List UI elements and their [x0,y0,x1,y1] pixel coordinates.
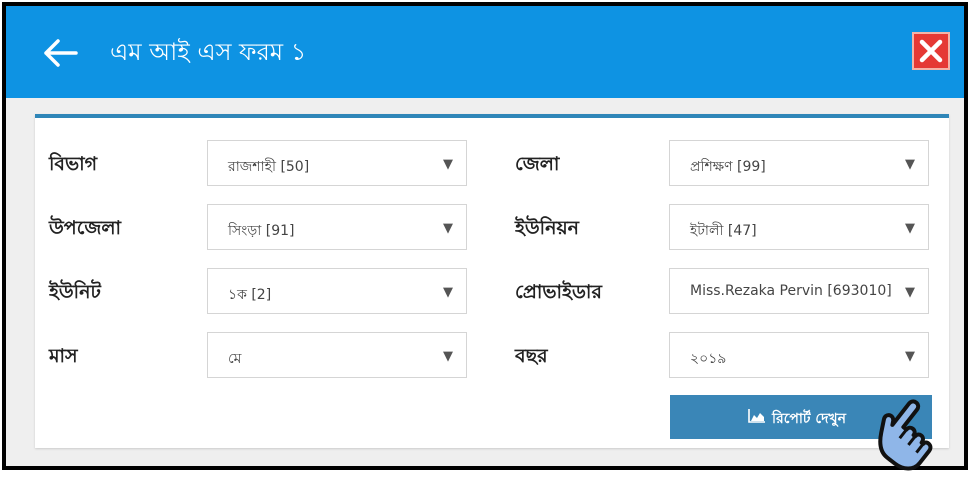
chevron-down-icon: ▼ [443,221,453,236]
union-label: ইউনিয়ন [515,217,579,239]
form-card: বিভাগ রাজশাহী [50] ▼ জেলা প্রশিক্ষণ [99]… [35,114,949,448]
chevron-down-icon: ▼ [443,285,453,300]
year-select[interactable]: ২০১৯ ▼ [669,332,929,378]
upazila-select[interactable]: সিংড়া [91] ▼ [207,204,467,250]
district-select[interactable]: প্রশিক্ষণ [99] ▼ [669,140,929,186]
month-select[interactable]: মে ▼ [207,332,467,378]
unit-value: ১ক [2] [228,287,272,303]
arrow-left-icon[interactable] [40,33,80,73]
district-value: প্রশিক্ষণ [99] [690,159,766,175]
unit-select[interactable]: ১ক [2] ▼ [207,268,467,314]
chevron-down-icon: ▼ [905,157,915,172]
district-label: জেলা [515,153,560,175]
area-chart-icon [748,409,765,423]
close-button[interactable] [912,32,950,70]
upazila-value: সিংড়া [91] [228,223,295,239]
view-report-label: রিপোর্ট দেখুন [772,411,846,427]
division-select[interactable]: রাজশাহী [50] ▼ [207,140,467,186]
chevron-down-icon: ▼ [443,157,453,172]
month-value: মে [228,351,242,367]
division-label: বিভাগ [49,153,98,175]
page-title: এম আই এস ফরম ১ [110,38,307,66]
app-header: এম আই এস ফরম ১ [6,6,964,98]
year-value: ২০১৯ [690,351,727,367]
pointing-hand-icon [878,399,933,471]
chevron-down-icon: ▼ [905,349,915,364]
upazila-label: উপজেলা [49,217,121,239]
chevron-down-icon: ▼ [443,349,453,364]
year-label: বছর [515,345,548,367]
provider-select[interactable]: Miss.Rezaka Pervin [693010] ▼ [669,268,929,314]
app-window: এম আই এস ফরম ১ বিভাগ রাজশাহী [50] ▼ জেলা… [2,2,968,470]
union-value: ইটালী [47] [690,223,757,239]
chevron-down-icon: ▼ [905,221,915,236]
chevron-down-icon: ▼ [905,285,915,300]
month-label: মাস [49,345,78,367]
unit-label: ইউনিট [49,281,101,303]
close-icon [919,39,943,63]
division-value: রাজশাহী [50] [228,159,310,175]
union-select[interactable]: ইটালী [47] ▼ [669,204,929,250]
provider-label: প্রোভাইডার [515,281,602,303]
provider-value: Miss.Rezaka Pervin [693010] [690,283,892,299]
